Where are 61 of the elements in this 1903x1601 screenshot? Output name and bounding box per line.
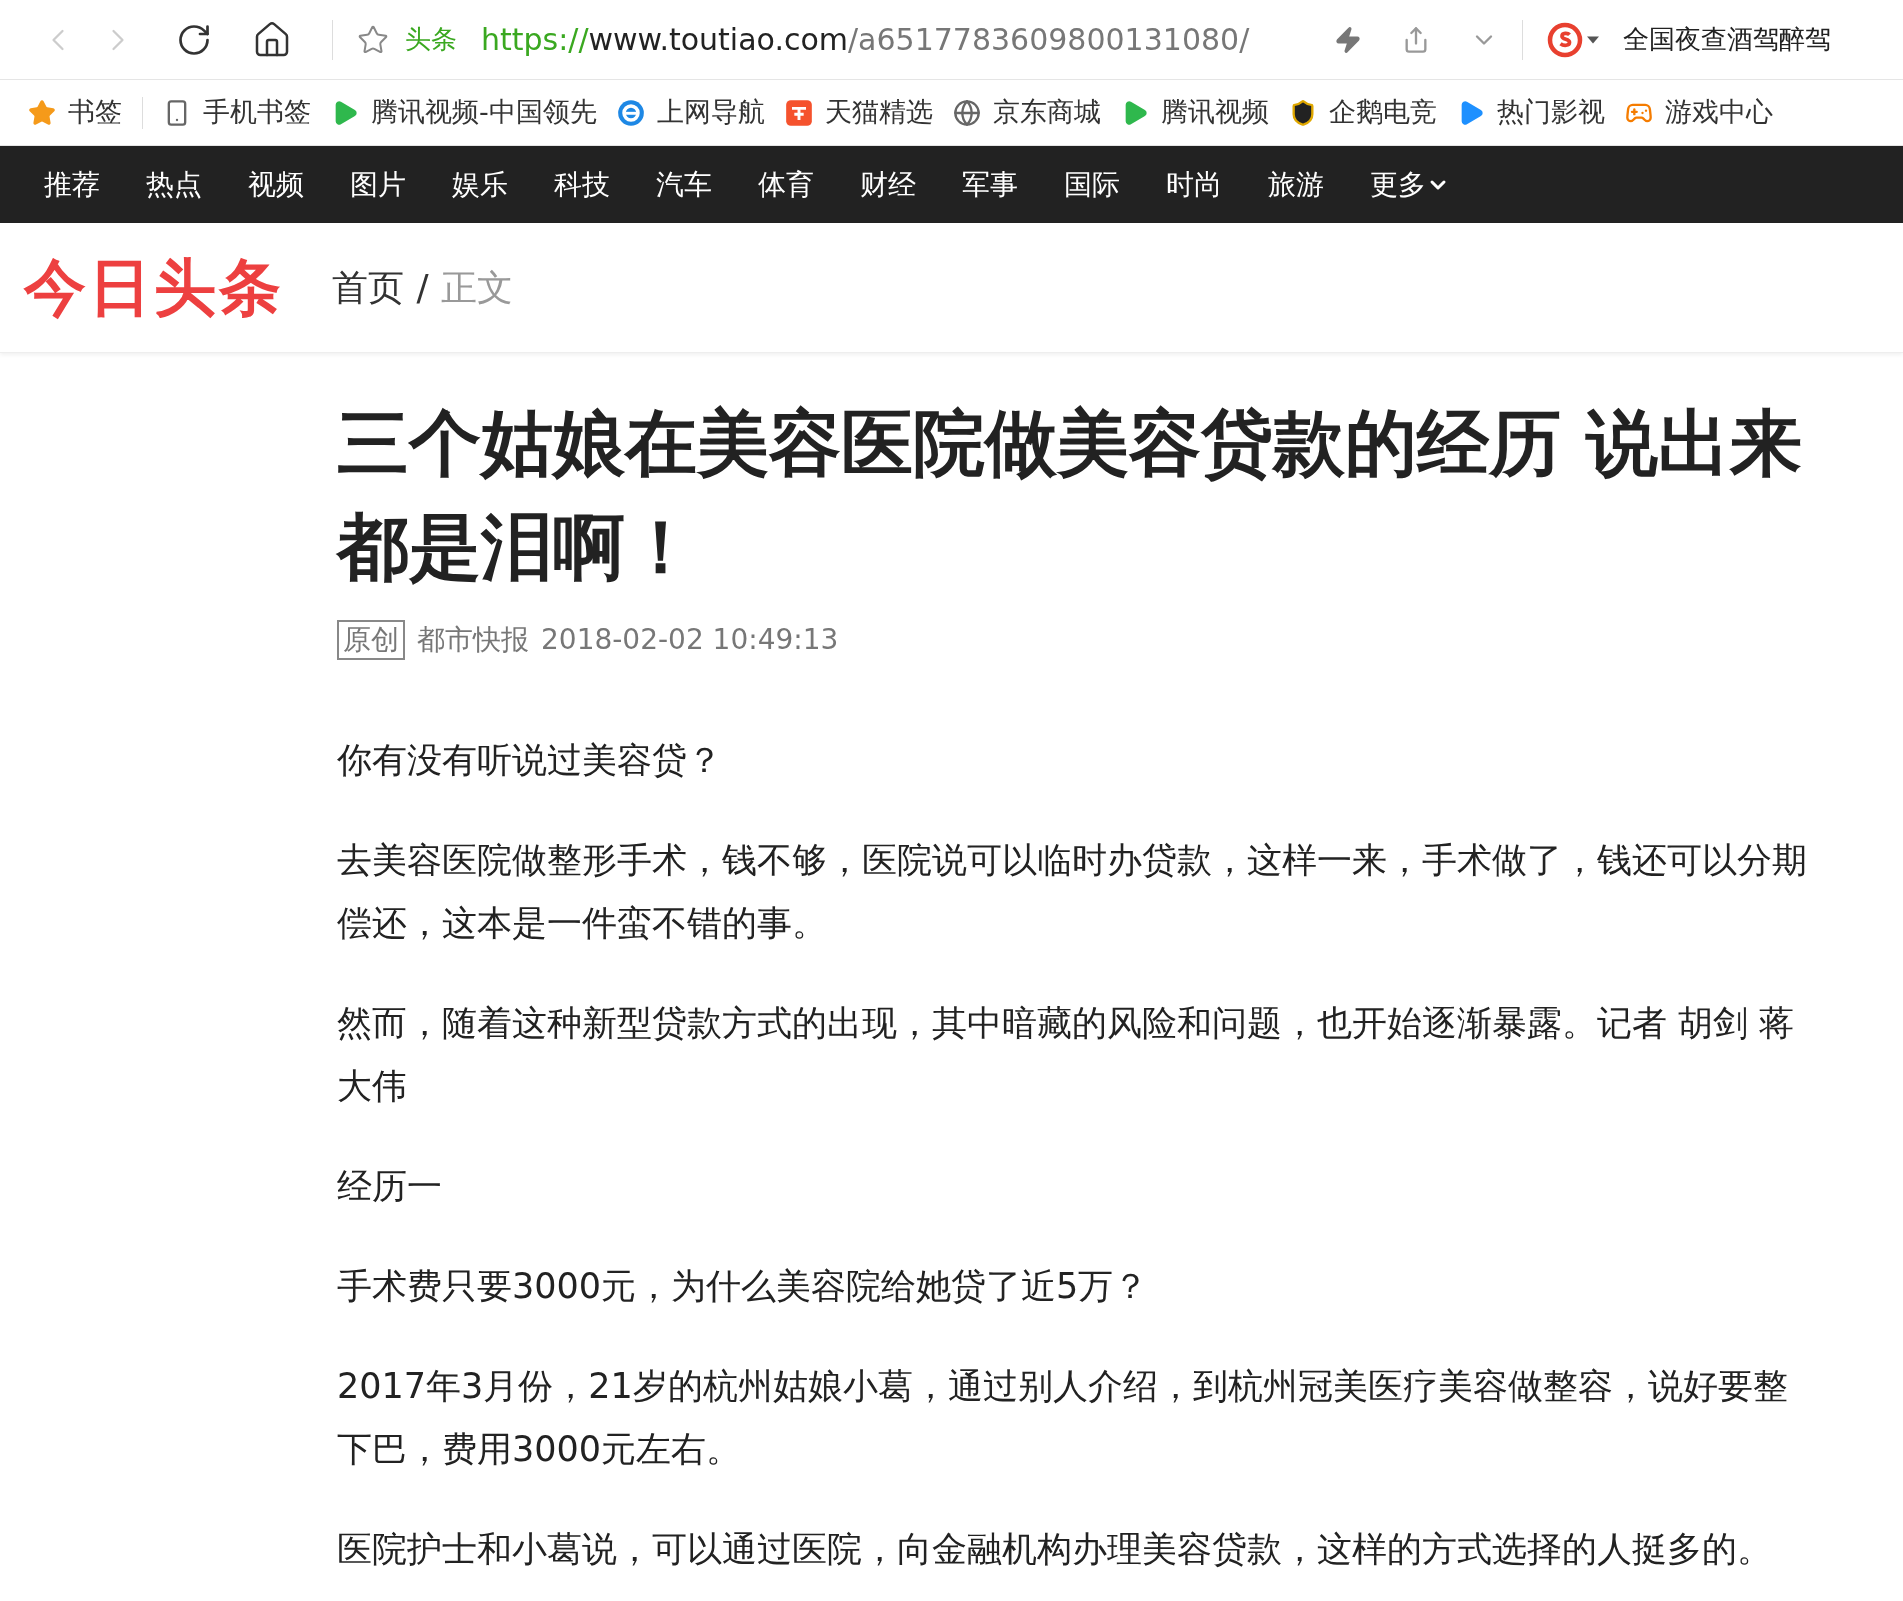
nav-link[interactable]: 体育 <box>758 163 814 206</box>
nav-link[interactable]: 娱乐 <box>452 163 508 206</box>
article-source: 都市快报 <box>417 622 529 658</box>
bookmark-item[interactable]: 腾讯视频-中国领先 <box>331 92 597 133</box>
shop-logo-icon <box>784 98 813 127</box>
bookmark-item[interactable]: 天猫精选 <box>784 92 933 133</box>
article-paragraph: 然而，随着这种新型贷款方式的出现，其中暗藏的风险和问题，也开始逐渐暴露。记者 胡剑 蒋大伟 <box>337 1002 1796 1108</box>
bookmark-item[interactable]: 腾讯视频 <box>1120 92 1269 133</box>
site-label: 头条 <box>405 23 457 56</box>
breadcrumb-separator: / <box>416 265 429 310</box>
bookmark-item[interactable]: 书签 <box>28 92 122 133</box>
globe-icon <box>952 98 981 127</box>
bookmark-label: 腾讯视频 <box>1160 95 1269 130</box>
bookmark-label: 企鹅电竞 <box>1328 95 1437 130</box>
nav-link[interactable]: 旅游 <box>1268 163 1324 206</box>
article-title: 三个姑娘在美容医院做美容贷款的经历 说出来都是泪啊！ <box>337 400 1804 591</box>
bookmark-label: 天猫精选 <box>824 95 933 130</box>
bookmark-item[interactable]: 游戏中心 <box>1624 92 1773 133</box>
bookmark-star-icon[interactable] <box>357 23 389 56</box>
current-page-label: 正文 <box>440 265 513 310</box>
bookmark-label: 腾讯视频-中国领先 <box>371 95 597 130</box>
bookmark-item[interactable]: 企鹅电竞 <box>1288 92 1437 133</box>
article-paragraph: 去美容医院做整形手术，钱不够，医院说可以临时办贷款，这样一来，手术做了，钱还可以分期偿还，这本是一件蛮不错的事。 <box>337 839 1808 945</box>
lightning-icon[interactable] <box>1334 25 1362 54</box>
nav-link[interactable]: 国际 <box>1064 163 1120 206</box>
article-paragraph: 手术费只要3000元，为什么美容院给她贷了近5万？ <box>337 1265 1150 1308</box>
article-paragraph: 经历一 <box>337 1165 443 1208</box>
bookmark-item[interactable]: 热门影视 <box>1456 92 1605 133</box>
nav-link[interactable]: 科技 <box>554 163 610 206</box>
bookmark-label: 上网导航 <box>656 95 765 130</box>
search-engine-selector[interactable] <box>1547 21 1599 58</box>
bookmark-label: 游戏中心 <box>1664 95 1773 130</box>
bookmark-item[interactable]: 京东商城 <box>952 92 1101 133</box>
bookmark-label: 热门影视 <box>1496 95 1605 130</box>
bookmark-label: 京东商城 <box>992 95 1101 130</box>
s-logo-icon <box>1547 21 1583 58</box>
bookmark-item[interactable]: 上网导航 <box>616 92 765 133</box>
search-field[interactable]: 全国夜查酒驾醉驾 <box>1623 20 1863 59</box>
original-tag: 原创 <box>337 620 405 660</box>
caret-icon <box>1587 35 1599 44</box>
article-paragraph: 2017年3月份，21岁的杭州姑娘小葛，通过别人介绍，到杭州冠美医疗美容做整容，说好要整下巴，费用3000元左右。 <box>337 1365 1789 1471</box>
more-link[interactable]: 更多 <box>1370 163 1450 206</box>
nav-link[interactable]: 视频 <box>248 163 304 206</box>
e-logo-icon <box>616 98 645 127</box>
nav-link[interactable]: 图片 <box>350 163 406 206</box>
nav-link[interactable]: 财经 <box>860 163 916 206</box>
article-paragraph: 医院护士和小葛说，可以通过医院，向金融机构办理美容贷款，这样的方式选择的人挺多的。 <box>337 1528 1773 1571</box>
star-icon <box>28 98 56 127</box>
nav-link[interactable]: 军事 <box>962 163 1018 206</box>
nav-link[interactable]: 汽车 <box>656 163 712 206</box>
article-paragraph: 你有没有听说过美容贷？ <box>337 739 723 782</box>
bookmark-label: 书签 <box>68 95 122 130</box>
bookmark-label: 手机书签 <box>203 95 311 130</box>
url-text[interactable]: https://www.toutiao.com/a6517783609800131080/ <box>481 17 1250 62</box>
site-logo[interactable]: 今日头条 <box>24 241 285 334</box>
breadcrumb-link[interactable]: 首页 <box>332 260 405 315</box>
nav-link[interactable]: 热点 <box>146 163 202 206</box>
nav-link[interactable]: 时尚 <box>1166 163 1222 206</box>
nav-link[interactable]: 推荐 <box>44 163 100 206</box>
bookmark-item[interactable]: 手机书签 <box>163 92 311 133</box>
publish-time: 2018-02-02 10:49:13 <box>541 622 839 658</box>
